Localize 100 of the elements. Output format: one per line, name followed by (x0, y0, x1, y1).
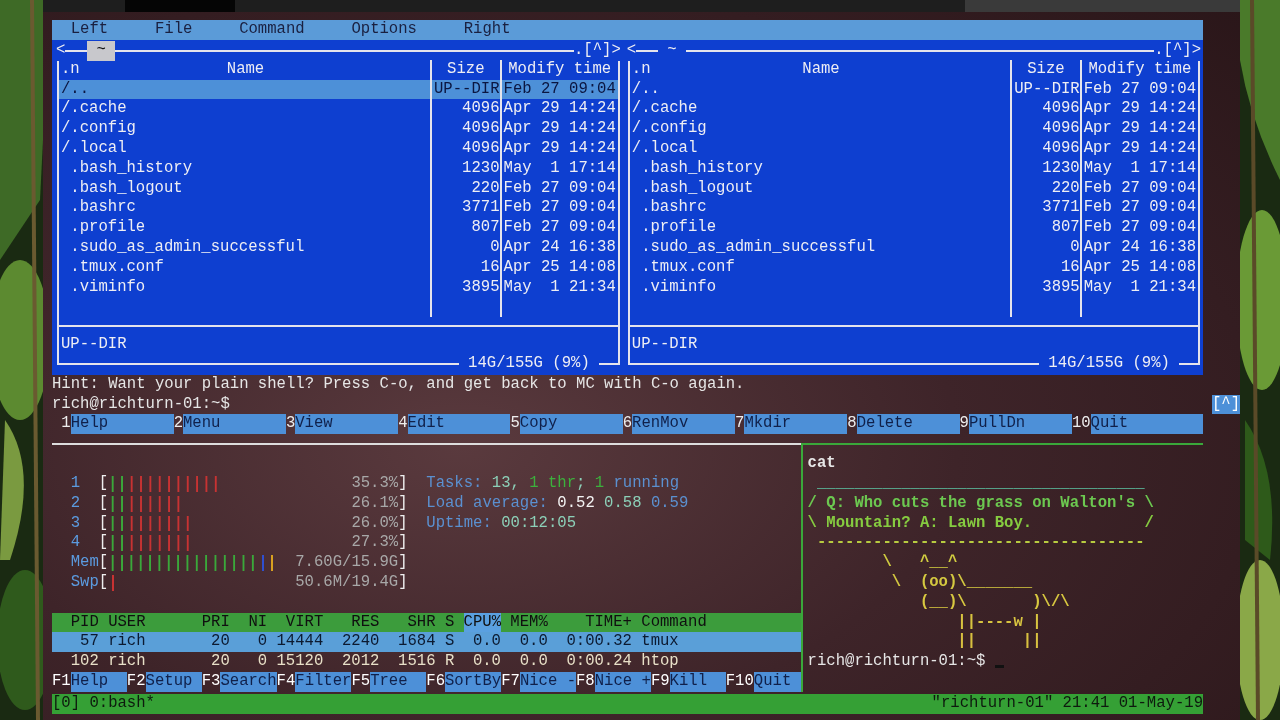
table-cell-text: 0.0 (518, 632, 548, 653)
file-name: .sudo_as_admin_successful (69, 237, 306, 258)
menu-item[interactable]: Right (463, 20, 511, 40)
column-header[interactable]: Command (641, 612, 707, 633)
file-date: Apr 24 16:38 (1079, 237, 1198, 258)
file-size: 3771 (430, 198, 500, 219)
file-row[interactable]: .sudo_as_admin_successful 0 Apr 24 16:38 (629, 237, 1198, 258)
table-cell: R (444, 652, 455, 672)
file-row[interactable]: .bashrc 3771 Feb 27 09:04 (629, 198, 1198, 219)
file-size: 4096 (430, 139, 500, 159)
file-name: .viminfo (69, 277, 147, 298)
file-date: Feb 27 09:04 (499, 178, 618, 199)
file-name: .tmux.conf (69, 257, 165, 278)
panel-history-button[interactable]: .[^]> (574, 40, 621, 61)
panel-history-button[interactable]: .[^]> (1154, 40, 1201, 61)
column-header[interactable]: RES (332, 612, 380, 633)
file-row[interactable]: .bash_history 1230 May 1 17:14 (629, 158, 1198, 179)
file-date: May 1 21:34 (1079, 277, 1198, 298)
column-header[interactable]: NI (239, 612, 268, 633)
file-row[interactable]: .tmux.conf 16 Apr 25 14:08 (59, 257, 618, 278)
column-header[interactable]: VIRT (276, 612, 324, 633)
file-row[interactable]: .sudo_as_admin_successful 0 Apr 24 16:38 (59, 237, 618, 258)
file-size: 16 (1010, 257, 1080, 278)
window-tab[interactable] (125, 0, 235, 12)
table-cell-text: 0:00.32 (565, 632, 632, 653)
meter-label: Mem (70, 553, 99, 573)
file-row[interactable]: /.local 4096 Apr 29 14:24 (59, 139, 618, 159)
sort-indicator[interactable]: .n (61, 59, 80, 80)
file-name: /.cache (630, 99, 699, 120)
file-date: Feb 27 09:04 (499, 218, 618, 238)
file-name: /.cache (60, 99, 128, 120)
file-size: 4096 (430, 99, 500, 120)
meter-bracket: ] (398, 533, 408, 554)
file-size: 807 (1010, 218, 1080, 238)
file-row[interactable]: /.config 4096 Apr 29 14:24 (629, 119, 1198, 139)
shell-prompt: rich@richturn-01:~$ (807, 652, 986, 672)
file-size: UP--DIR (1010, 79, 1080, 100)
menu-item[interactable]: Options (351, 20, 417, 40)
file-size: 4096 (430, 119, 500, 139)
file-row[interactable]: /.local 4096 Apr 29 14:24 (629, 139, 1198, 159)
process-row[interactable]: 102 rich 20 0 15120 2012 1516 R 0.0 0.0 0:00.24 htop (52, 652, 801, 672)
table-cell-text: 2012 (340, 652, 380, 672)
file-row[interactable]: /.cache 4096 Apr 29 14:24 (59, 99, 618, 120)
file-name: /.. (60, 79, 91, 100)
menu-item[interactable]: Command (239, 20, 305, 40)
sort-indicator[interactable]: .n (631, 59, 651, 80)
file-row[interactable]: .bashrc 3771 Feb 27 09:04 (59, 198, 618, 219)
file-row[interactable]: .profile 807 Feb 27 09:04 (629, 218, 1198, 238)
file-row[interactable]: .bash_logout 220 Feb 27 09:04 (59, 178, 618, 199)
meter-bracket: [ (98, 572, 109, 593)
file-date: Apr 25 14:08 (499, 257, 618, 278)
meter-bracket: [ (98, 513, 109, 534)
column-header[interactable]: TIME+ (557, 612, 632, 633)
menu-item[interactable]: Left (70, 20, 109, 40)
process-row[interactable]: 57 rich 20 0 14444 2240 1684 S 0.0 0.0 0:00.32 tmux (52, 632, 801, 653)
table-cell-text: rich (108, 652, 147, 672)
file-row[interactable]: /.cache 4096 Apr 29 14:24 (629, 99, 1198, 120)
file-row[interactable]: /.config 4096 Apr 29 14:24 (59, 119, 618, 139)
meter-bracket: ] (398, 572, 408, 593)
file-row[interactable]: .tmux.conf 16 Apr 25 14:08 (629, 257, 1198, 278)
file-row[interactable]: .bash_history 1230 May 1 17:14 (59, 158, 618, 179)
file-size: 807 (430, 218, 500, 238)
column-header[interactable]: USER (108, 612, 193, 633)
table-cell-text: 102 (69, 652, 99, 672)
meter-bracket: [ (98, 553, 109, 573)
column-header[interactable]: Size (1010, 59, 1080, 80)
file-row[interactable]: /.. UP--DIR Feb 27 09:04 (629, 79, 1198, 100)
table-cell-text: 0.0 (471, 632, 501, 653)
file-row[interactable]: .viminfo 3895 May 1 21:34 (629, 277, 1198, 298)
meter-bracket: ] (398, 513, 408, 534)
column-header[interactable]: Name (650, 59, 992, 80)
column-header[interactable]: PRI (201, 612, 230, 633)
meter-label: 2 (70, 493, 82, 514)
file-row[interactable]: .bash_logout 220 Feb 27 09:04 (629, 178, 1198, 199)
column-header[interactable]: CPU% (463, 612, 501, 633)
meter-bracket: [ (98, 493, 109, 514)
file-row[interactable]: .profile 807 Feb 27 09:04 (59, 218, 618, 238)
menu-item[interactable]: File (154, 20, 193, 40)
column-header[interactable]: S (444, 612, 455, 633)
column-header[interactable]: Modify time (1079, 59, 1198, 80)
file-date: Feb 27 09:04 (499, 198, 618, 219)
file-name: .bashrc (69, 198, 137, 219)
terminal-output-line: || || (956, 632, 1042, 653)
column-header[interactable]: SHR (388, 612, 436, 633)
column-header[interactable]: Name (79, 59, 412, 80)
file-name: .bash_history (69, 158, 193, 179)
file-row[interactable]: .viminfo 3895 May 1 21:34 (59, 277, 618, 298)
terminal-output-line: ----------------------------------- (815, 533, 1145, 554)
host-time-date: "richturn-01" 21:41 01-May-19 (931, 693, 1203, 714)
window-tab[interactable] (965, 0, 1240, 12)
file-name: .viminfo (640, 277, 718, 298)
meter-reading: 7.60G/15.9G (295, 553, 399, 573)
terminal-output-line: ||----w | (956, 612, 1042, 633)
column-header[interactable]: PID (52, 612, 99, 633)
file-size: 4096 (1010, 139, 1080, 159)
file-row[interactable]: /.. UP--DIR Feb 27 09:04 (59, 79, 618, 100)
table-cell-text: rich (108, 632, 147, 653)
file-name: .bash_logout (69, 178, 184, 199)
column-header[interactable]: MEM% (510, 612, 548, 633)
file-size: 0 (430, 237, 500, 258)
